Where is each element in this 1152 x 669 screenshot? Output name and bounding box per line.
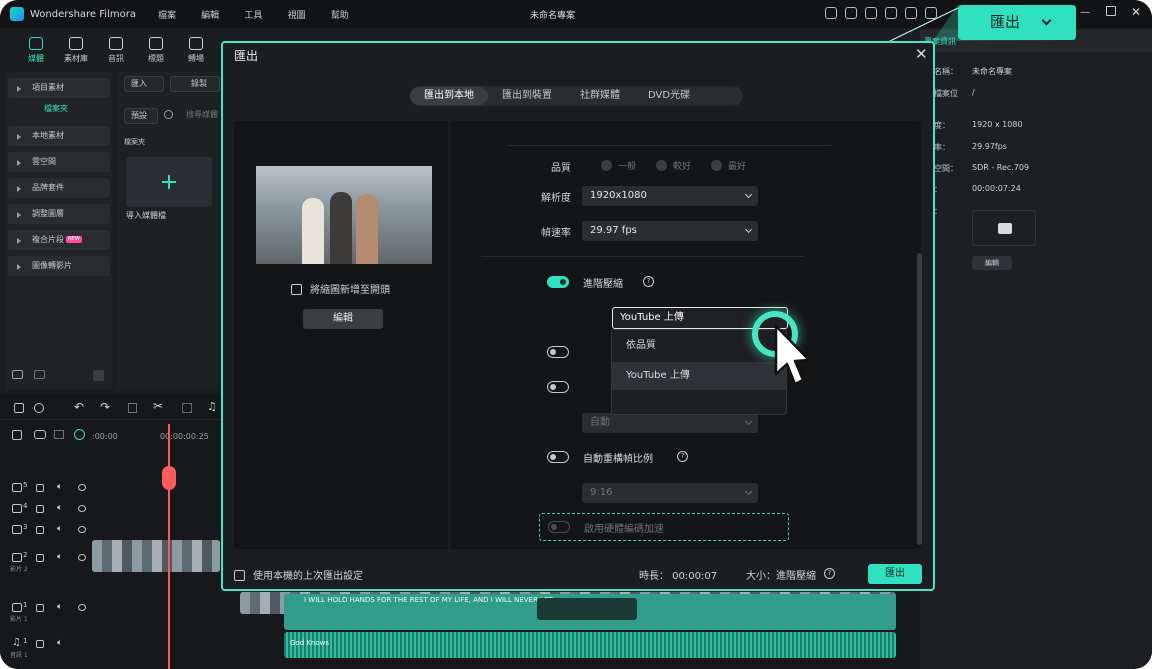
tab-export-local[interactable]: 匯出到本地	[410, 87, 488, 105]
export-tabs: 匯出到本地 匯出到裝置 社群媒體 DVD光碟	[410, 86, 743, 106]
close-icon[interactable]: ✕	[915, 47, 928, 62]
framerate-label: 幀速率	[541, 228, 571, 239]
chevron-down-icon	[744, 487, 753, 496]
hardware-accel-highlight: 啟用硬體編碼加速	[539, 513, 789, 541]
help-icon[interactable]: ?	[824, 568, 835, 579]
settings-scrollbar[interactable]	[917, 253, 922, 545]
auto-select[interactable]: 自動	[582, 413, 758, 433]
thumbnail-figure	[330, 192, 352, 264]
help-icon[interactable]: ?	[643, 276, 654, 287]
hardware-accel-label: 啟用硬體編碼加速	[584, 524, 664, 535]
quality-option-best[interactable]: 最好	[711, 159, 746, 172]
quality-option-better[interactable]: 較好	[656, 159, 691, 172]
mouse-cursor-icon	[774, 324, 811, 386]
radio-dot	[656, 160, 667, 171]
preview-pane: 將縮圖新增至開頭 編輯	[234, 121, 448, 549]
export-button[interactable]: 匯出	[868, 564, 922, 584]
radio-dot	[711, 160, 722, 171]
option-toggle-2[interactable]	[547, 381, 569, 393]
duration-label: 時長： 00:00:07	[639, 571, 718, 582]
thumbnail-figure	[302, 198, 324, 264]
chevron-down-icon	[1041, 15, 1052, 26]
dialog-title: 匯出	[234, 49, 259, 63]
dropdown-option-youtube[interactable]: YouTube 上傳	[612, 362, 786, 390]
resolution-label: 解析度	[541, 193, 571, 204]
option-toggle-1[interactable]	[547, 346, 569, 358]
callout-export-button[interactable]: 匯出	[958, 5, 1076, 40]
quality-option-normal[interactable]: 一般	[601, 159, 636, 172]
checkbox-box	[291, 284, 302, 295]
add-thumbnail-checkbox[interactable]: 將縮圖新增至開頭	[291, 281, 390, 296]
divider	[481, 256, 804, 257]
size-label: 大小：進階壓縮	[746, 571, 816, 582]
radio-dot	[601, 160, 612, 171]
divider	[508, 145, 831, 146]
video-thumbnail	[256, 166, 432, 264]
thumbnail-figure	[356, 194, 378, 264]
advanced-compression-toggle[interactable]	[547, 276, 569, 288]
tab-social-media[interactable]: 社群媒體	[566, 87, 634, 105]
auto-reframe-label: 自動重構幀比例	[583, 454, 653, 465]
export-dialog: 匯出 ✕ 匯出到本地 匯出到裝置 社群媒體 DVD光碟 將縮圖新增至開頭 編輯 …	[221, 41, 935, 591]
chevron-down-icon	[744, 417, 753, 426]
aspect-ratio-select[interactable]: 9:16	[582, 483, 758, 503]
thumbnail-edit-button[interactable]: 編輯	[303, 309, 383, 329]
tab-export-device[interactable]: 匯出到裝置	[488, 87, 566, 105]
auto-reframe-toggle[interactable]	[547, 451, 569, 463]
advanced-compression-label: 進階壓縮	[583, 279, 623, 290]
use-last-settings-checkbox[interactable]: 使用本機的上次匯出設定	[234, 567, 363, 582]
tab-dvd[interactable]: DVD光碟	[634, 87, 704, 105]
hardware-accel-toggle[interactable]	[548, 521, 570, 533]
callout-export-label: 匯出	[990, 13, 1021, 31]
filmora-window: Wondershare Filmora 檔案 編輯 工具 視圖 幫助 未命名專案…	[0, 0, 1152, 669]
quality-label: 品質	[551, 163, 571, 174]
checkbox-box	[234, 570, 245, 581]
framerate-select[interactable]: 29.97 fps	[582, 221, 758, 241]
resolution-select[interactable]: 1920x1080	[582, 186, 758, 206]
chevron-down-icon	[744, 225, 753, 234]
chevron-down-icon	[744, 190, 753, 199]
help-icon[interactable]: ?	[677, 451, 688, 462]
